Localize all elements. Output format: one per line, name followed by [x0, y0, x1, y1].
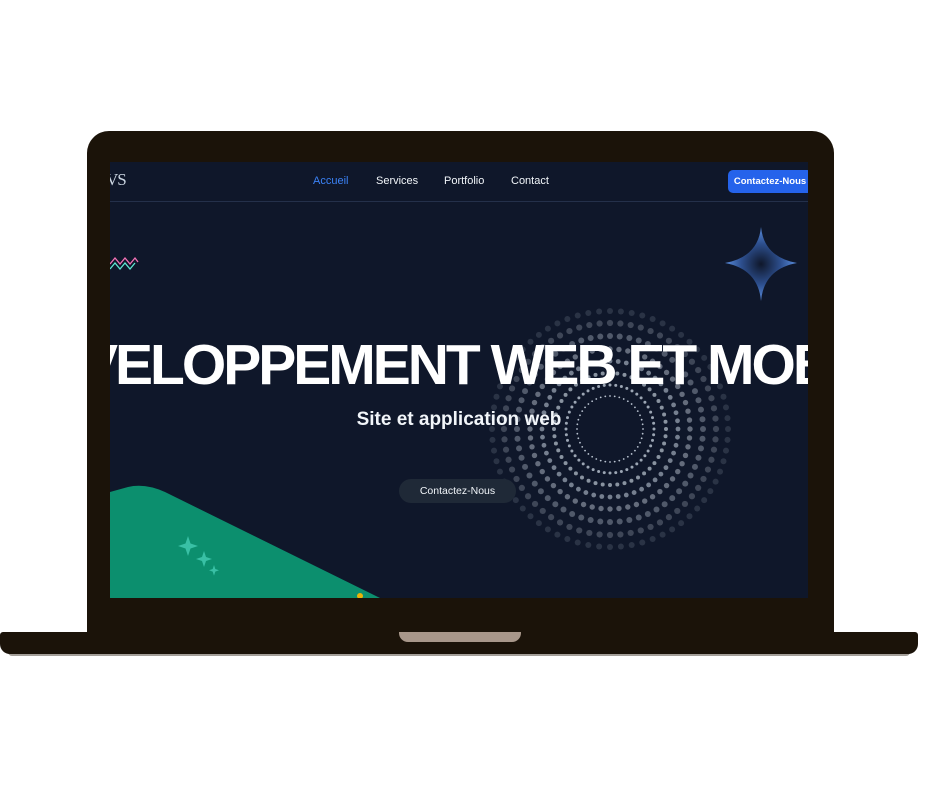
nav-link-portfolio[interactable]: Portfolio — [444, 175, 484, 187]
zigzag-icon — [110, 256, 139, 271]
hero-subtitle: Site et application web — [356, 409, 562, 430]
hero-title: VELOPPEMENT WEB ET MOBILE — [110, 333, 808, 397]
hero-contact-button[interactable]: Contactez-Nous — [399, 479, 516, 503]
laptop-screen: VS Accueil Services Portfolio Contact Co… — [110, 162, 808, 598]
nav-link-contact[interactable]: Contact — [511, 175, 549, 187]
sparkle-icon — [178, 536, 219, 576]
top-navbar: VS Accueil Services Portfolio Contact Co… — [110, 162, 808, 202]
green-shape — [110, 485, 380, 598]
nav-link-accueil[interactable]: Accueil — [313, 175, 348, 187]
nav-link-services[interactable]: Services — [376, 175, 418, 187]
nav-contact-button[interactable]: Contactez-Nous — [728, 170, 808, 193]
site-logo[interactable]: VS — [110, 170, 127, 190]
four-point-star-icon — [725, 227, 797, 301]
laptop-notch — [399, 632, 521, 642]
